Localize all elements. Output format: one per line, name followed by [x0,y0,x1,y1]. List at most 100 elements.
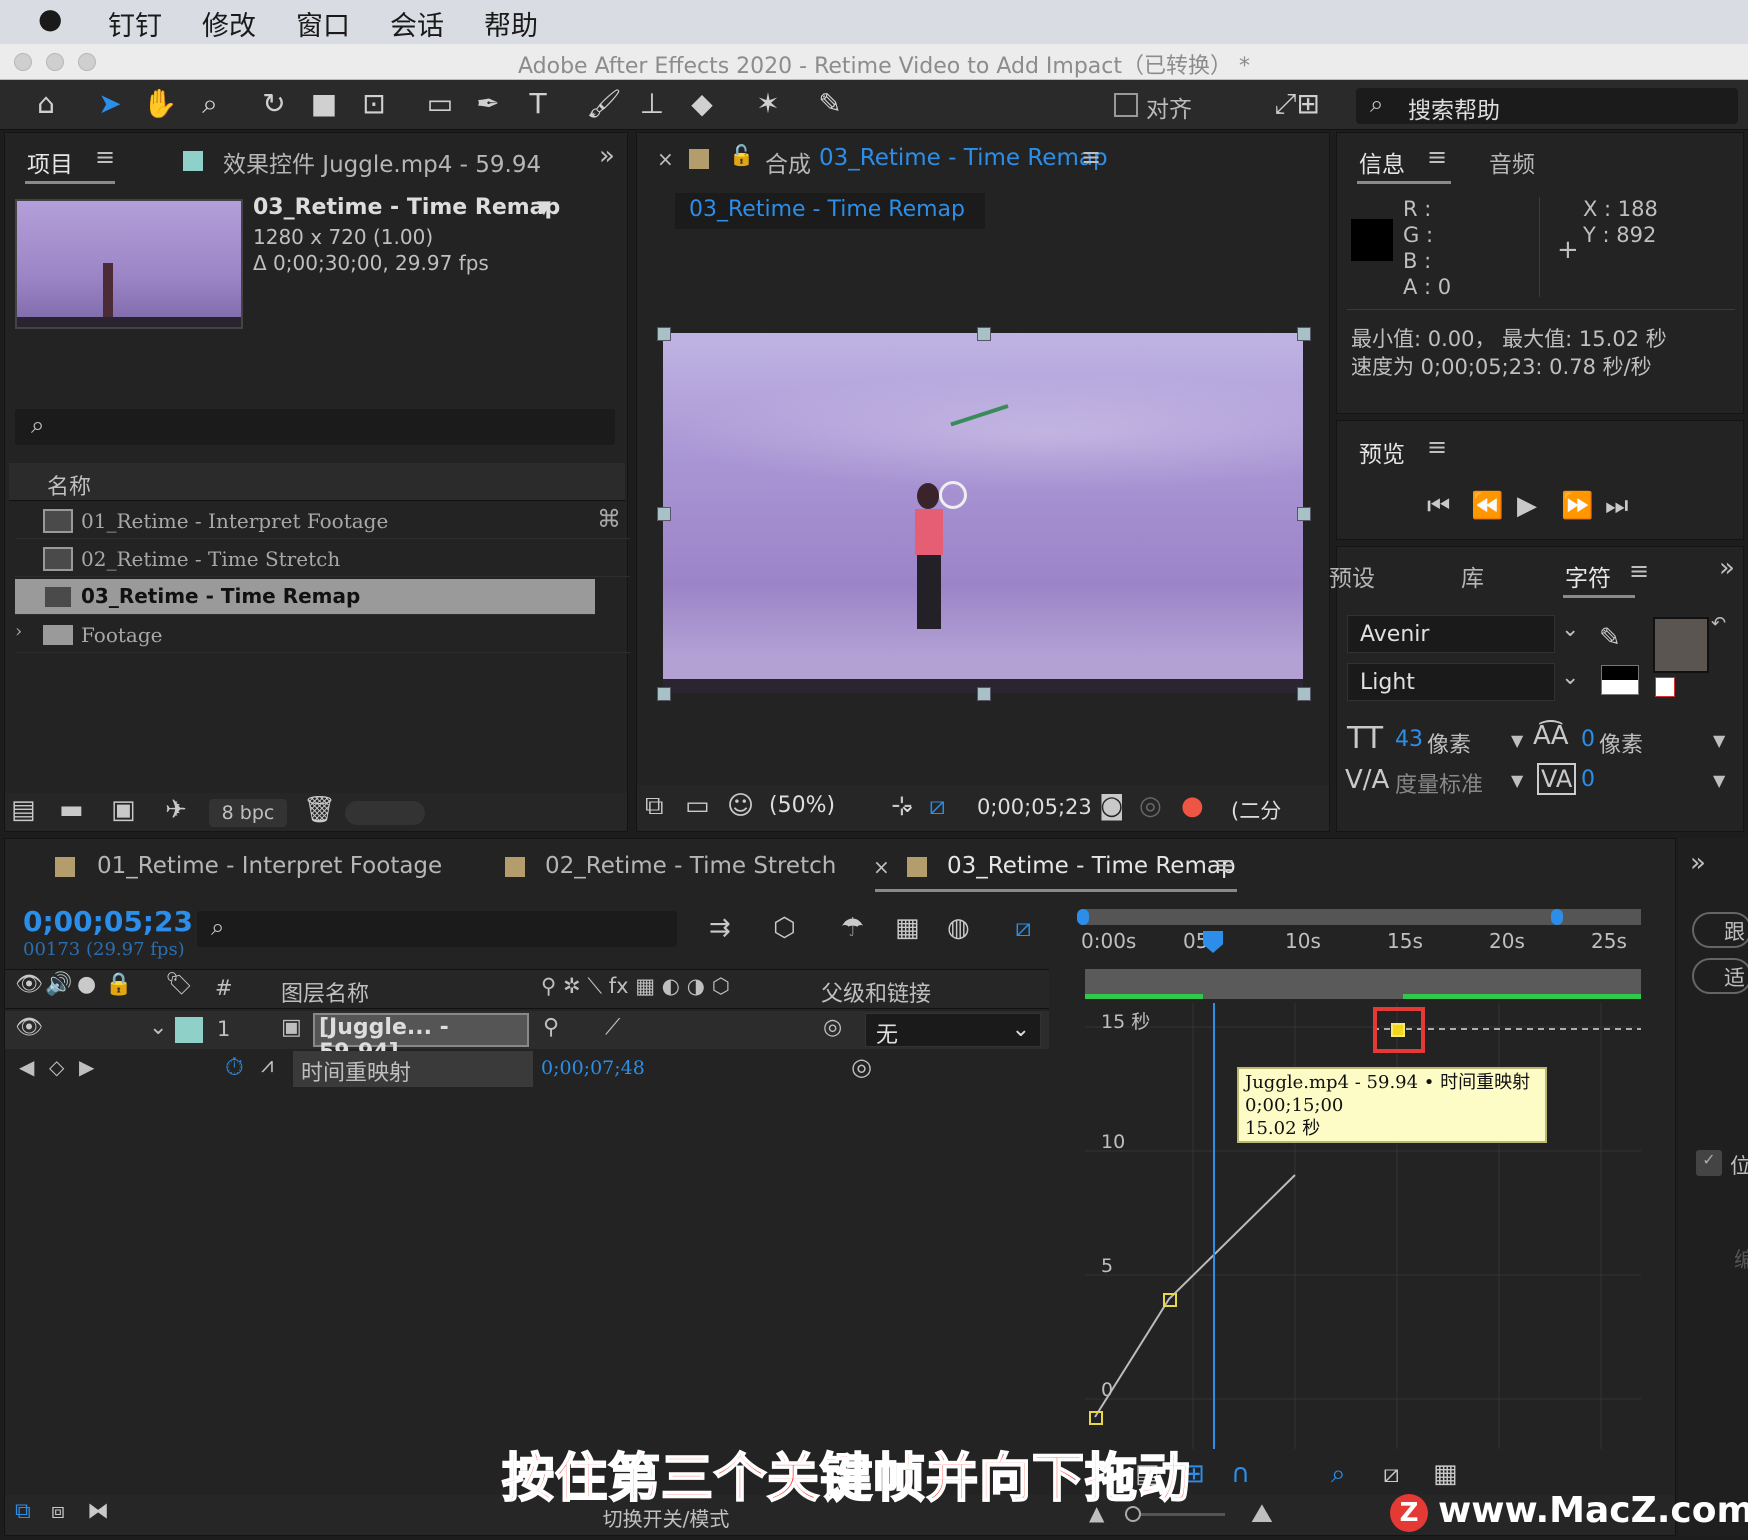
new-comp-icon[interactable]: ▣ [111,795,136,825]
play-icon[interactable]: ▶ [1517,491,1537,521]
add-keyframe-icon[interactable]: ◇ [49,1055,64,1079]
transform-handle[interactable] [657,687,671,701]
shy-switch-icon[interactable]: ⚲ [543,1015,559,1040]
roto-brush-tool-icon[interactable]: ✶ [748,85,788,123]
chevron-down-icon[interactable]: ▼ [1511,731,1523,750]
tab-project[interactable]: 项目 [27,145,73,179]
tab-timeline-01[interactable]: 01_Retime - Interpret Footage [97,853,442,879]
render-queue-icon[interactable]: ✈ [165,795,187,825]
previous-frame-icon[interactable]: ⏪ [1471,491,1503,521]
close-icon[interactable]: × [873,855,890,879]
fit-all-icon[interactable]: ⧄ [1383,1459,1400,1490]
black-white-icon[interactable] [1601,665,1639,695]
tab-character[interactable]: 字符 [1565,559,1611,593]
next-frame-icon[interactable]: ⏩ [1561,491,1593,521]
tab-info[interactable]: 信息 [1359,145,1405,179]
comp-subtab[interactable]: 03_Retime - Time Remap [675,193,985,229]
snap-icon[interactable]: ∩ [1231,1459,1250,1489]
graph-editor[interactable]: 15 秒 10 5 0 Juggle.mp4 - 59.94 • 时间重映射 0… [1085,1003,1641,1449]
menu-session[interactable]: 会话 [390,4,444,43]
solo-icon[interactable]: ● [77,972,96,997]
project-folder[interactable]: › Footage [15,617,630,653]
first-frame-icon[interactable]: ⏮ [1427,491,1450,522]
navigator-end-handle[interactable] [1551,909,1563,925]
minimize-window-button[interactable] [46,53,64,71]
menu-help[interactable]: 帮助 [484,4,538,43]
chevron-down-icon[interactable]: ▼ [1713,731,1725,750]
project-item-selected[interactable]: 03_Retime - Time Remap [15,579,595,615]
rectangle-tool-icon[interactable]: ▭ [420,85,460,123]
chevron-right-icon[interactable]: › [15,621,22,642]
layer-label-color[interactable] [175,1017,203,1043]
no-color-icon[interactable] [1655,677,1675,697]
keyframe[interactable] [1163,1293,1177,1307]
time-ruler[interactable]: 0:00s 05s 10s 15s 20s 25s [1079,929,1641,965]
draft-3d-icon[interactable]: ⬡ [773,913,796,943]
monitor-icon[interactable]: ▭ [685,791,710,821]
time-navigator[interactable] [1077,909,1641,925]
type-tool-icon[interactable]: T [518,85,558,123]
zoom-slider[interactable] [1125,1506,1225,1522]
quality-switch-icon[interactable]: ⟋ [605,1015,620,1040]
expand-chevron-icon[interactable]: ⌄ [149,1015,167,1040]
font-family-dropdown[interactable]: Avenir [1347,615,1555,653]
fill-color-swatch[interactable] [1653,617,1709,673]
camera-tool-icon[interactable]: ■ [304,85,344,123]
selected-keyframe[interactable] [1391,1023,1405,1037]
resolution-dropdown[interactable]: (二分 [1231,795,1281,825]
comp-viewer-image[interactable] [663,333,1303,693]
always-preview-icon[interactable]: ⧉ [645,791,664,822]
transfer-controls-icon[interactable]: ⧓ [87,1499,109,1524]
timeline-search-input[interactable]: ⌕ [197,911,677,947]
comp-timecode[interactable]: 0;00;05;23 [977,795,1092,819]
comp-mini-icon[interactable]: ⧉ [15,1499,31,1524]
fit-selection-icon[interactable]: ⌕ [1331,1459,1346,1490]
property-row[interactable]: ◀ ◇ ▶ ⏱ ⩘ 时间重映射 0;00;07;48 ◎ [5,1051,1049,1089]
transform-handle[interactable] [1297,507,1311,521]
layer-name[interactable]: [Juggle... - 59.94] [313,1013,529,1065]
flowchart-icon[interactable]: ⌘ [597,505,621,533]
zoom-in-icon[interactable]: ⛰ [1251,1499,1273,1530]
menu-icon[interactable]: ≡ [1081,143,1101,171]
graph-icon[interactable]: ⩘ [261,1053,273,1078]
interpret-footage-icon[interactable]: ▤ [11,795,36,825]
side-checkbox[interactable]: ✓ [1696,1150,1722,1176]
separate-dimensions-icon[interactable]: ▦ [1433,1459,1458,1489]
workspace-icon[interactable]: ⤢⊞ [1262,85,1332,123]
font-style-dropdown[interactable]: Light [1347,663,1555,701]
menu-dingding[interactable]: 钉钉 [108,4,162,43]
motion-blur-icon[interactable]: ◍ [947,913,970,943]
parent-dropdown[interactable]: 无 ⌄ [865,1013,1041,1048]
trash-icon[interactable]: 🗑 [303,795,336,825]
clone-stamp-tool-icon[interactable]: ⊥ [632,85,672,123]
menu-modify[interactable]: 修改 [202,4,256,43]
swap-colors-icon[interactable]: ↶ [1711,613,1726,634]
region-of-interest-icon[interactable]: ⊹ [891,791,913,821]
tab-library[interactable]: 库 [1461,559,1484,593]
menu-icon[interactable]: ≡ [1427,433,1447,461]
zoom-tool-icon[interactable]: ⌕ [190,85,230,123]
project-item[interactable]: 01_Retime - Interpret Footage ⌘ [15,503,630,539]
navigator-start-handle[interactable] [1077,909,1089,925]
tab-audio[interactable]: 音频 [1489,145,1535,179]
menu-icon[interactable]: ≡ [95,143,115,171]
keyframe[interactable] [1089,1411,1103,1425]
layer-switches-icon[interactable]: ⧈ [51,1499,65,1524]
channel-icon[interactable]: ● [1181,791,1204,821]
leading-value[interactable]: 0 [1581,727,1595,752]
brush-tool-icon[interactable]: 🖌 [584,85,624,123]
pan-behind-tool-icon[interactable]: ⊡ [354,85,394,123]
puppet-pin-tool-icon[interactable]: ✎ [810,85,850,123]
tracking-value[interactable]: 0 [1581,767,1595,792]
lock-icon[interactable]: 🔓 [729,143,754,167]
apple-icon[interactable]: ● [38,2,62,35]
anchor-point-icon[interactable] [939,481,967,509]
menu-icon[interactable]: ≡ [1427,143,1447,171]
chevron-down-icon[interactable]: ⌄ [1561,665,1579,690]
transform-handle[interactable] [977,687,991,701]
new-folder-icon[interactable]: ▬ [59,795,84,825]
menu-icon[interactable]: ≡ [1215,851,1235,879]
comp-flowchart-icon[interactable]: ⇉ [709,913,731,943]
expression-pickwhip-icon[interactable]: ◎ [851,1053,872,1081]
next-keyframe-icon[interactable]: ▶ [79,1055,94,1079]
